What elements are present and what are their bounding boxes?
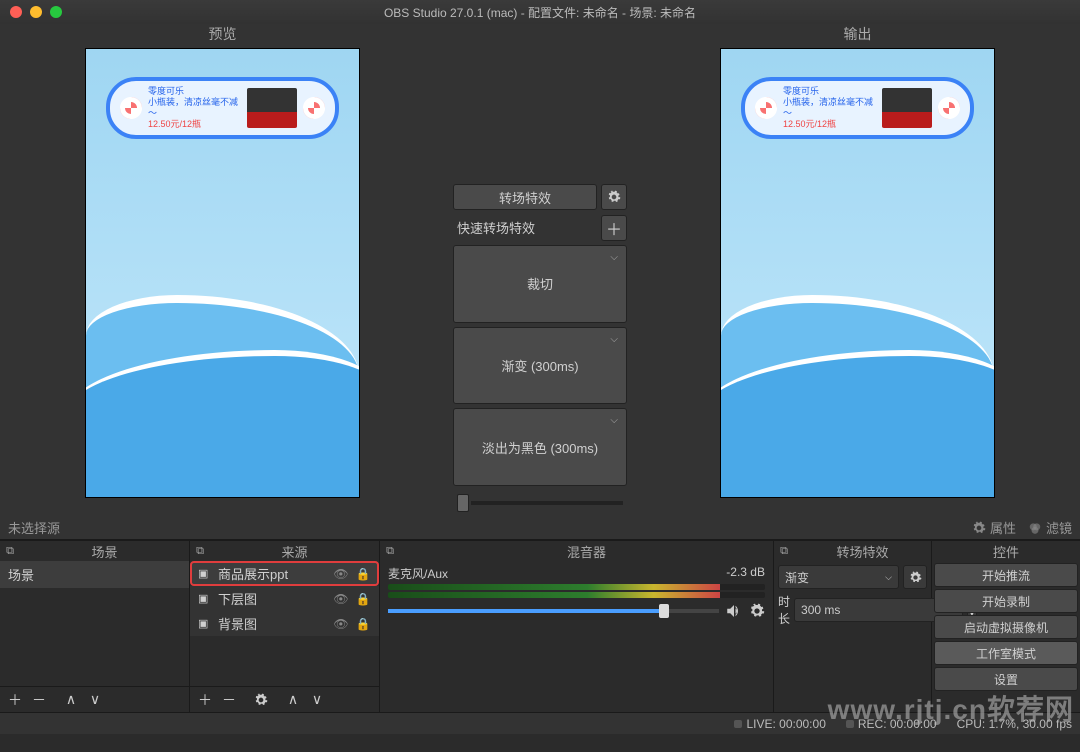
close-button[interactable] [10,6,22,18]
visibility-icon[interactable]: 👁 [333,567,349,581]
mic-db: -2.3 dB [726,565,765,582]
sources-title: 来源 [210,542,379,561]
speaker-icon[interactable] [725,602,743,620]
source-name: 背景图 [218,614,327,633]
transition-title: 转场特效 [794,542,931,561]
volume-slider[interactable] [388,609,719,613]
cut-transition[interactable]: 裁切 [453,245,627,323]
lifesaver-icon [303,97,325,119]
transition-button[interactable]: 转场特效 [453,184,597,210]
source-type-icon: ▣ [198,592,212,605]
move-down-button[interactable]: ∨ [306,690,328,710]
lifesaver-icon [120,97,142,119]
remove-source-button[interactable]: － [218,690,240,710]
product-image [247,88,297,128]
remove-scene-button[interactable]: － [28,690,50,710]
quick-transition-label: 快速转场特效 [453,214,597,241]
lock-icon[interactable]: 🔒 [355,567,371,581]
source-name: 商品展示ppt [218,564,327,583]
studio-area: 预览 零度可乐 小瓶装，清凉丝毫不减～ 12.50元/12瓶 转场特效 [0,24,1080,516]
filters-button[interactable]: 滤镜 [1028,518,1072,537]
source-type-icon: ▣ [198,617,212,630]
scenes-title: 场景 [20,542,189,561]
popout-icon[interactable]: ⧉ [380,545,400,558]
cpu-status: CPU: 1.7%, 30.00 fps [957,717,1072,731]
move-up-button[interactable]: ∧ [60,690,82,710]
fadeblack-transition[interactable]: 淡出为黑色 (300ms) [453,408,627,486]
move-up-button[interactable]: ∧ [282,690,304,710]
popout-icon[interactable]: ⧉ [774,545,794,558]
window-title: OBS Studio 27.0.1 (mac) - 配置文件: 未命名 - 场景… [384,4,696,21]
rec-status: REC: 00:00:00 [846,717,937,731]
add-scene-button[interactable]: ＋ [4,690,26,710]
sources-dock: ⧉来源 ▣ 商品展示ppt 👁 🔒▣ 下层图 👁 🔒▣ 背景图 👁 🔒 ＋ － … [190,541,380,712]
lifesaver-icon [938,97,960,119]
scene-item[interactable]: 场景 [0,561,189,588]
transition-slider[interactable] [453,490,627,516]
fade-transition[interactable]: 渐变 (300ms) [453,327,627,405]
no-source-label: 未选择源 [8,518,60,537]
source-name: 下层图 [218,589,327,608]
properties-button[interactable]: 属性 [972,518,1016,537]
control-button[interactable]: 启动虚拟摄像机 [934,615,1078,639]
add-source-button[interactable]: ＋ [194,690,216,710]
product-desc: 小瓶装，清凉丝毫不减～ [148,97,241,119]
gear-icon[interactable] [903,565,927,589]
source-type-icon: ▣ [198,567,212,580]
gear-icon[interactable] [601,184,627,210]
duration-label: 时长 [778,593,790,627]
product-card: 零度可乐 小瓶装，清凉丝毫不减～ 12.50元/12瓶 [106,77,339,139]
mic-label: 麦克风/Aux [388,565,448,582]
mixer-dock: ⧉混音器 麦克风/Aux -2.3 dB [380,541,774,712]
add-icon[interactable]: ＋ [601,215,627,241]
minimize-button[interactable] [30,6,42,18]
titlebar: OBS Studio 27.0.1 (mac) - 配置文件: 未命名 - 场景… [0,0,1080,24]
preview-canvas[interactable]: 零度可乐 小瓶装，清凉丝毫不减～ 12.50元/12瓶 [85,48,360,498]
transition-dock: ⧉转场特效 渐变 时长 ▲▼ [774,541,932,712]
control-button[interactable]: 开始录制 [934,589,1078,613]
maximize-button[interactable] [50,6,62,18]
controls-dock: 控件 开始推流开始录制启动虚拟摄像机工作室模式设置 [932,541,1080,712]
statusbar: LIVE: 00:00:00 REC: 00:00:00 CPU: 1.7%, … [0,712,1080,734]
product-price: 12.50元/12瓶 [148,119,241,130]
window-controls [0,6,62,18]
popout-icon[interactable]: ⧉ [0,545,20,558]
scenes-dock: ⧉场景 场景 ＋ － ∧ ∨ [0,541,190,712]
preview-label: 预览 [0,24,445,44]
product-title: 零度可乐 [148,86,241,97]
source-item[interactable]: ▣ 背景图 👁 🔒 [190,611,379,636]
visibility-icon[interactable]: 👁 [333,592,349,606]
mixer-title: 混音器 [400,542,773,561]
source-item[interactable]: ▣ 下层图 👁 🔒 [190,586,379,611]
live-status: LIVE: 00:00:00 [734,717,825,731]
mixer-channel: 麦克风/Aux -2.3 dB [380,561,773,624]
docks: ⧉场景 场景 ＋ － ∧ ∨ ⧉来源 ▣ 商品展示ppt 👁 🔒▣ 下层图 👁 … [0,540,1080,712]
output-canvas[interactable]: 零度可乐 小瓶装，清凉丝毫不减～ 12.50元/12瓶 [720,48,995,498]
product-card: 零度可乐 小瓶装，清凉丝毫不减～ 12.50元/12瓶 [741,77,974,139]
control-button[interactable]: 开始推流 [934,563,1078,587]
audio-meter [388,584,765,590]
center-controls: 转场特效 快速转场特效 ＋ 裁切 渐变 (300ms) 淡出为黑色 (300ms… [445,24,635,516]
selection-bar: 未选择源 属性 滤镜 [0,516,1080,540]
lock-icon[interactable]: 🔒 [355,592,371,606]
output-pane: 输出 零度可乐 小瓶装，清凉丝毫不减～ 12.50元/12瓶 [635,24,1080,516]
source-item[interactable]: ▣ 商品展示ppt 👁 🔒 [190,561,379,586]
transition-select[interactable]: 渐变 [778,565,899,589]
lifesaver-icon [755,97,777,119]
output-label: 输出 [635,24,1080,44]
popout-icon[interactable]: ⧉ [190,545,210,558]
gear-icon[interactable] [749,603,765,619]
move-down-button[interactable]: ∨ [84,690,106,710]
controls-title: 控件 [932,542,1080,561]
control-button[interactable]: 工作室模式 [934,641,1078,665]
product-image [882,88,932,128]
preview-pane: 预览 零度可乐 小瓶装，清凉丝毫不减～ 12.50元/12瓶 [0,24,445,516]
source-properties-button[interactable] [250,690,272,710]
audio-meter [388,592,765,598]
control-button[interactable]: 设置 [934,667,1078,691]
lock-icon[interactable]: 🔒 [355,617,371,631]
visibility-icon[interactable]: 👁 [333,617,349,631]
